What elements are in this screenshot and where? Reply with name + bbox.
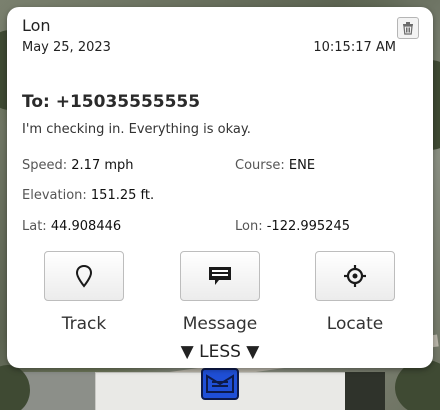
message-icon	[209, 267, 231, 285]
lat-value: 44.908446	[50, 219, 122, 234]
building-shadow	[345, 372, 385, 410]
delete-button[interactable]	[397, 17, 419, 39]
message-action: Message	[172, 251, 268, 334]
message-label: Message	[182, 314, 258, 334]
lat-label: Lat:	[22, 219, 51, 234]
elevation-value: 151.25 ft.	[90, 188, 155, 203]
message-marker[interactable]	[201, 368, 239, 400]
speed-label: Speed:	[22, 158, 72, 173]
lon-value: -122.995245	[266, 219, 350, 234]
track-button[interactable]	[44, 251, 124, 301]
speed-field: Speed: 2.17 mph	[22, 158, 134, 173]
latitude-field: Lat: 44.908446	[22, 219, 121, 234]
trash-icon	[403, 22, 413, 35]
location-popup: Lon May 25, 2023 10:15:17 AM To: +150355…	[7, 7, 433, 368]
speed-value: 2.17 mph	[71, 158, 134, 173]
lon-label: Lon:	[235, 219, 267, 234]
course-label: Course:	[235, 158, 289, 173]
message-marker-icon	[206, 374, 234, 393]
track-label: Track	[61, 314, 107, 334]
recipient: To: +15035555555	[22, 92, 201, 112]
locate-action: Locate	[307, 251, 403, 334]
track-action: Track	[36, 251, 132, 334]
message-button[interactable]	[180, 251, 260, 301]
map-pin-icon	[75, 264, 93, 288]
crosshair-icon	[344, 265, 366, 287]
less-toggle[interactable]: ▼ LESS ▼	[7, 342, 433, 362]
locate-button[interactable]	[315, 251, 395, 301]
elevation-field: Elevation: 151.25 ft.	[22, 188, 154, 203]
longitude-field: Lon: -122.995245	[235, 219, 350, 234]
locate-label: Locate	[326, 314, 384, 334]
course-value: ENE	[288, 158, 316, 173]
message-date: May 25, 2023	[22, 40, 111, 55]
message-time: 10:15:17 AM	[313, 40, 396, 55]
elevation-label: Elevation:	[22, 188, 91, 203]
popup-title: Lon	[22, 16, 51, 35]
message-text: I'm checking in. Everything is okay.	[22, 122, 251, 137]
course-field: Course: ENE	[235, 158, 315, 173]
